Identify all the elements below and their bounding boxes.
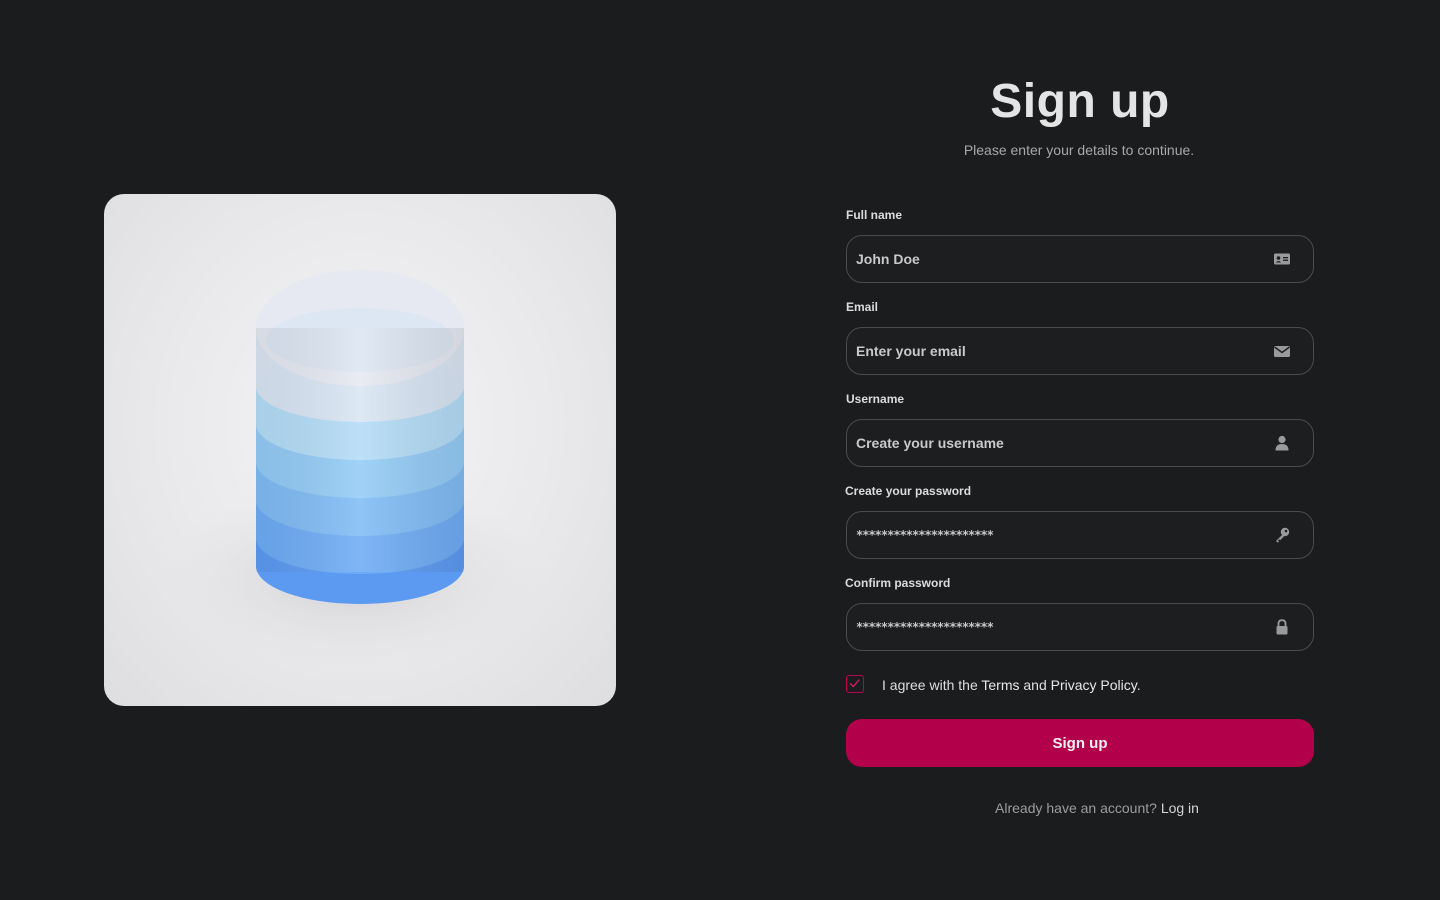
log-in-link[interactable]: Log in bbox=[1161, 800, 1199, 816]
password-value[interactable]: ********************** bbox=[856, 528, 994, 542]
envelope-icon bbox=[1273, 343, 1291, 359]
username-field[interactable]: Create your username bbox=[846, 419, 1314, 467]
email-placeholder[interactable]: Enter your email bbox=[856, 343, 966, 359]
email-label: Email bbox=[846, 300, 879, 314]
terms-link[interactable]: Terms bbox=[981, 677, 1019, 693]
password-field[interactable]: ********************** bbox=[846, 511, 1314, 559]
id-card-icon bbox=[1273, 251, 1291, 267]
terms-checkbox[interactable] bbox=[846, 675, 864, 693]
terms-agreement-text: I agree with the Terms and Privacy Polic… bbox=[882, 677, 1141, 693]
key-icon bbox=[1273, 527, 1291, 543]
database-illustration bbox=[104, 194, 616, 706]
page-title: Sign up bbox=[990, 75, 1170, 128]
full-name-label: Full name bbox=[846, 208, 903, 222]
confirm-password-field[interactable]: ********************** bbox=[846, 603, 1314, 651]
sign-up-button[interactable]: Sign up bbox=[846, 719, 1314, 767]
full-name-field[interactable]: John Doe bbox=[846, 235, 1314, 283]
email-field[interactable]: Enter your email bbox=[846, 327, 1314, 375]
login-prompt: Already have an account? Log in bbox=[846, 800, 1348, 816]
username-placeholder[interactable]: Create your username bbox=[856, 435, 1004, 451]
privacy-policy-link[interactable]: Privacy Policy bbox=[1051, 677, 1137, 693]
lock-icon bbox=[1273, 619, 1291, 635]
confirm-password-label: Confirm password bbox=[845, 576, 951, 590]
user-icon bbox=[1273, 435, 1291, 451]
password-label: Create your password bbox=[845, 484, 972, 498]
terms-agreement: I agree with the Terms and Privacy Polic… bbox=[846, 674, 1314, 696]
confirm-password-value[interactable]: ********************** bbox=[856, 620, 994, 634]
check-icon bbox=[849, 679, 860, 688]
login-prompt-text: Already have an account? bbox=[995, 800, 1161, 816]
full-name-value[interactable]: John Doe bbox=[856, 251, 920, 267]
username-label: Username bbox=[846, 392, 905, 406]
page-subtitle: Please enter your details to continue. bbox=[963, 142, 1195, 158]
stacked-cylinder-image bbox=[164, 270, 544, 669]
signup-page: Sign up Please enter your details to con… bbox=[0, 0, 1440, 900]
